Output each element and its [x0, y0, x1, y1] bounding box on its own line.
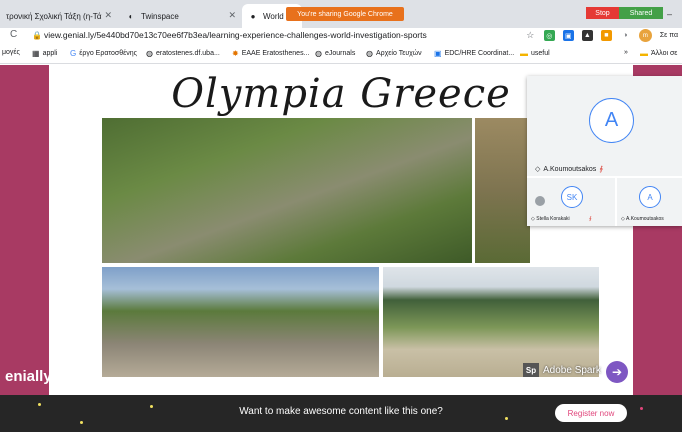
status-dot	[535, 196, 545, 206]
avatar: A	[589, 98, 634, 143]
extension-icon[interactable]: ■	[600, 30, 612, 41]
participant-name: ◇ A.Koumoutsakos	[621, 216, 664, 222]
mic-muted-icon: ∮	[588, 216, 592, 222]
sharing-notice: You're sharing Google Chrome	[286, 7, 404, 21]
tab-label: τρονική Σχολική Τάξη (η-Τά	[6, 11, 102, 21]
next-slide-button[interactable]: ➔	[606, 361, 628, 383]
extensions: ☆ ◎ ▣ ▲ ■ ◑ m Σε πα	[524, 29, 678, 42]
bookmark-item[interactable]: ▦ appli	[32, 49, 57, 58]
lock-icon: 🔒	[32, 31, 42, 40]
tab-classroom[interactable]: τρονική Σχολική Τάξη (η-Τά ✕	[0, 4, 118, 28]
url-field[interactable]: view.genial.ly/5e440bd70e13c70ee6f7b3ea/…	[44, 30, 427, 40]
site-icon: ▣	[434, 49, 442, 58]
olympia-aerial-photo	[102, 118, 472, 263]
adobe-spark-icon: Sp	[523, 363, 539, 377]
participant-tile[interactable]: SK ◇ Stella Korakaki ∮	[527, 178, 615, 226]
apps-icon: ▦	[32, 49, 40, 58]
profile-avatar[interactable]: m	[638, 29, 652, 42]
bookmark-item[interactable]: ✸ EAAE Eratosthenes...	[232, 49, 309, 58]
close-icon[interactable]: ✕	[104, 10, 112, 21]
google-icon: G	[70, 49, 77, 58]
profile-label[interactable]: Σε πα	[660, 32, 678, 39]
stop-sharing-button[interactable]: Stop	[586, 7, 619, 19]
bookmark-item[interactable]: Gέργο Ερατοσθένης	[70, 49, 137, 58]
tab-label: Twinspace	[141, 11, 179, 21]
bookmark-item[interactable]: ◍ Αρχείο Τευχών	[366, 49, 422, 58]
bookmark-folder[interactable]: ▬ Άλλοι σε	[640, 49, 677, 58]
genially-icon: ●	[250, 11, 256, 21]
main-participant-tile[interactable]: A ◇ A.Koumoutsakos ∮	[527, 76, 682, 176]
bookmark-item[interactable]: ◍ eJournals	[315, 49, 355, 58]
globe-icon: ◍	[146, 49, 153, 58]
globe-icon: ◍	[315, 49, 322, 58]
shared-status: Shared	[619, 7, 663, 19]
bookmark-folder[interactable]: ▬ useful	[520, 49, 550, 58]
extension-icon[interactable]: ◎	[543, 30, 555, 41]
bookmark-item[interactable]: ◍ eratostenes.df.uba...	[146, 49, 220, 58]
stadium-photo	[383, 267, 599, 377]
confetti-dot	[505, 417, 508, 420]
avatar: A	[639, 186, 661, 208]
adobe-spark-label: Adobe Spark	[543, 364, 601, 376]
mic-muted-icon: ∮	[599, 166, 603, 173]
extension-icon[interactable]: ▣	[562, 30, 574, 41]
bookmarks-bar: μογές ▦ appli Gέργο Ερατοσθένης ◍ eratoste…	[0, 44, 682, 64]
tab-bar: τρονική Σχολική Τάξη (η-Τά ✕ ◐ Twinspace…	[0, 0, 682, 28]
participant-tile[interactable]: A ◇ A.Koumoutsakos	[617, 178, 682, 226]
genially-logo[interactable]: enially	[5, 368, 52, 385]
register-button[interactable]: Register now	[555, 404, 627, 422]
pin-icon: ◇	[535, 166, 541, 173]
twinspace-icon: ◐	[128, 11, 134, 21]
globe-icon: ◍	[366, 49, 373, 58]
bookmarks-overflow[interactable]: »	[624, 49, 628, 56]
temple-columns-photo	[102, 267, 379, 377]
arrow-right-icon: ➔	[611, 365, 623, 379]
extension-icon[interactable]: ▲	[581, 30, 593, 41]
meet-participants-panel: A ◇ A.Koumoutsakos ∮ SK ◇ Stella Korakak…	[527, 76, 682, 226]
avatar: SK	[561, 186, 583, 208]
window-control-icon[interactable]: –	[667, 9, 672, 19]
close-icon[interactable]: ✕	[228, 10, 236, 21]
folder-icon: ▬	[640, 49, 648, 58]
confetti-dot	[80, 421, 83, 424]
eaae-icon: ✸	[232, 49, 239, 58]
bookmark-item[interactable]: μογές	[2, 49, 20, 56]
tab-twinspace[interactable]: ◐ Twinspace ✕	[120, 4, 242, 28]
promo-banner: Want to make awesome content like this o…	[0, 395, 682, 432]
participant-name: ◇ A.Koumoutsakos ∮	[535, 165, 603, 174]
address-bar: C 🔒 view.genial.ly/5e440bd70e13c70ee6f7b…	[0, 28, 682, 44]
extension-icon[interactable]: ◑	[619, 30, 631, 41]
bookmark-item[interactable]: ▣ EDC/HRE Coordinat...	[434, 49, 514, 58]
folder-icon: ▬	[520, 49, 528, 58]
reload-icon[interactable]: C	[10, 29, 17, 40]
adobe-spark-badge[interactable]: Sp Adobe Spark	[523, 363, 601, 377]
star-icon[interactable]: ☆	[524, 30, 536, 41]
participant-name: ◇ Stella Korakaki ∮	[531, 216, 592, 222]
olympia-ruins-photo	[475, 118, 530, 263]
